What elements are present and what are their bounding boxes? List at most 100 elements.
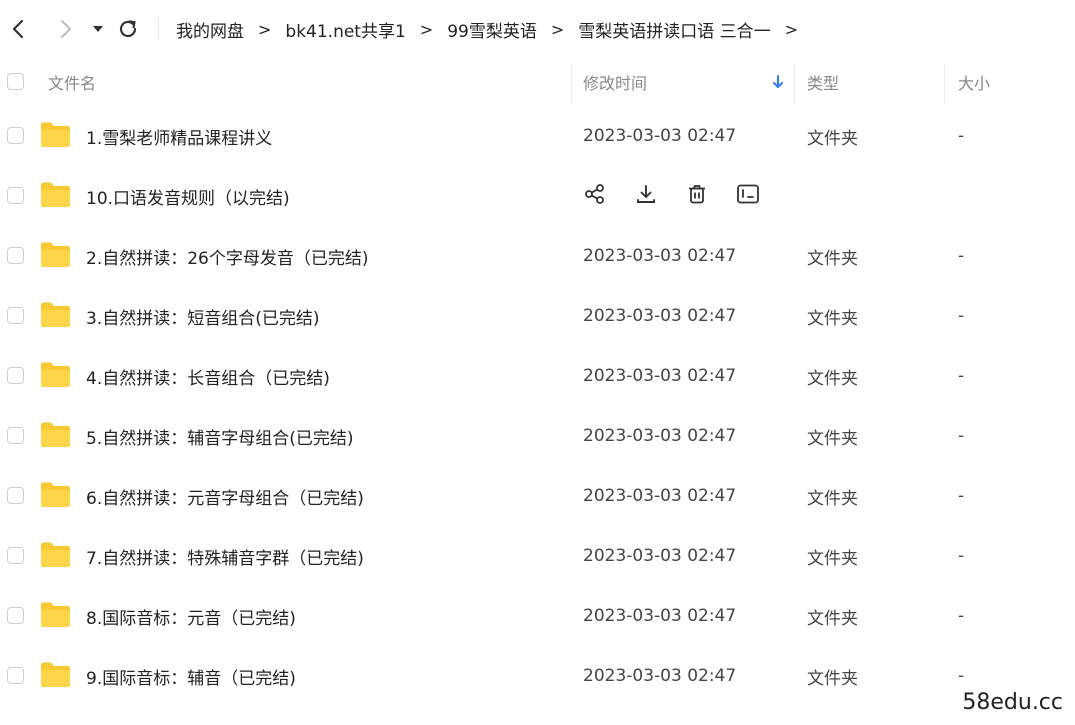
file-name[interactable]: 5.自然拼读：辅音字母组合(已完结) (86, 406, 353, 466)
row-checkbox[interactable] (7, 427, 24, 444)
column-divider (944, 64, 945, 104)
file-modified-time: 2023-03-03 02:47 (583, 546, 737, 566)
sort-button[interactable] (772, 58, 784, 106)
forward-button[interactable] (54, 14, 78, 44)
file-name[interactable]: 6.自然拼读：元音字母组合（已完结) (86, 466, 364, 526)
file-name[interactable]: 7.自然拼读：特殊辅音字群（已完结) (86, 526, 364, 586)
breadcrumb-separator: > (258, 19, 272, 39)
folder-icon (41, 302, 70, 327)
file-name[interactable]: 9.国际音标：辅音（已完结) (86, 646, 296, 706)
row-checkbox[interactable] (7, 547, 24, 564)
file-type: 文件夹 (807, 428, 858, 449)
row-actions (583, 166, 787, 226)
file-row[interactable]: 4.自然拼读：长音组合（已完结) 2023-03-03 02:47 文件夹 - (0, 346, 1075, 406)
breadcrumb-item-root[interactable]: 我的网盘 (176, 17, 244, 42)
file-name[interactable]: 2.自然拼读：26个字母发音（已完结) (86, 226, 368, 286)
file-type: 文件夹 (807, 548, 858, 569)
folder-icon (41, 122, 70, 147)
file-modified-time: 2023-03-03 02:47 (583, 306, 737, 326)
file-size: - (958, 546, 965, 566)
share-icon (584, 183, 606, 209)
file-type: 文件夹 (807, 308, 858, 329)
file-name[interactable]: 8.国际音标：元音（已完结) (86, 586, 296, 646)
file-size: - (958, 246, 965, 266)
chevron-right-icon (61, 20, 71, 38)
file-row[interactable]: 6.自然拼读：元音字母组合（已完结) 2023-03-03 02:47 文件夹 - (0, 466, 1075, 526)
caret-down-icon (93, 26, 103, 32)
row-checkbox[interactable] (7, 607, 24, 624)
folder-icon (41, 182, 70, 207)
download-button[interactable] (634, 184, 658, 208)
file-size: - (958, 426, 965, 446)
delete-icon (686, 183, 708, 209)
file-row[interactable]: 10.口语发音规则（以完结) (0, 166, 1075, 226)
file-modified-time: 2023-03-03 02:47 (583, 606, 737, 626)
file-modified-time: 2023-03-03 02:47 (583, 246, 737, 266)
select-all-checkbox[interactable] (7, 73, 24, 90)
file-type: 文件夹 (807, 128, 858, 149)
refresh-icon (119, 20, 137, 38)
share-button[interactable] (583, 184, 607, 208)
file-row[interactable]: 9.国际音标：辅音（已完结) 2023-03-03 02:47 文件夹 - (0, 646, 1075, 706)
column-header-modified[interactable]: 修改时间 (583, 58, 647, 106)
file-modified-time: 2023-03-03 02:47 (583, 126, 737, 146)
folder-icon (41, 482, 70, 507)
file-name[interactable]: 4.自然拼读：长音组合（已完结) (86, 346, 330, 406)
back-button[interactable] (6, 14, 30, 44)
toolbar: 我的网盘 > bk41.net共享1 > 99雪梨英语 > 雪梨英语拼读口语 三… (0, 0, 1075, 58)
column-divider (794, 64, 795, 104)
column-header-name[interactable]: 文件名 (48, 58, 96, 106)
file-size: - (958, 306, 965, 326)
column-header-size[interactable]: 大小 (958, 58, 990, 106)
row-checkbox[interactable] (7, 247, 24, 264)
rename-button[interactable] (736, 184, 760, 208)
file-row[interactable]: 3.自然拼读：短音组合(已完结) 2023-03-03 02:47 文件夹 - (0, 286, 1075, 346)
file-name[interactable]: 10.口语发音规则（以完结) (86, 166, 290, 226)
breadcrumb-separator: > (419, 19, 434, 39)
file-row[interactable]: 1.雪梨老师精品课程讲义 2023-03-03 02:47 文件夹 - (0, 106, 1075, 166)
file-modified-time: 2023-03-03 02:47 (583, 366, 737, 386)
file-modified-time: 2023-03-03 02:47 (583, 666, 737, 686)
breadcrumb-item-folder[interactable]: 99雪梨英语 (447, 17, 537, 42)
file-type: 文件夹 (807, 368, 858, 389)
column-header-type[interactable]: 类型 (807, 58, 839, 106)
row-checkbox[interactable] (7, 487, 24, 504)
file-type: 文件夹 (807, 248, 858, 269)
breadcrumb-separator: > (784, 19, 799, 39)
folder-icon (41, 422, 70, 447)
file-modified-time: 2023-03-03 02:47 (583, 486, 737, 506)
delete-button[interactable] (685, 184, 709, 208)
folder-icon (41, 362, 70, 387)
file-modified-time: 2023-03-03 02:47 (583, 426, 737, 446)
file-size: - (958, 486, 965, 506)
file-size: - (958, 126, 965, 146)
refresh-button[interactable] (116, 14, 140, 44)
row-checkbox[interactable] (7, 367, 24, 384)
breadcrumb-item-current[interactable]: 雪梨英语拼读口语 三合一 (578, 17, 770, 42)
file-row[interactable]: 7.自然拼读：特殊辅音字群（已完结) 2023-03-03 02:47 文件夹 - (0, 526, 1075, 586)
breadcrumb-separator: > (550, 19, 565, 39)
watermark: 58edu.cc (962, 690, 1063, 715)
file-row[interactable]: 8.国际音标：元音（已完结) 2023-03-03 02:47 文件夹 - (0, 586, 1075, 646)
folder-icon (41, 242, 70, 267)
breadcrumb: 我的网盘 > bk41.net共享1 > 99雪梨英语 > 雪梨英语拼读口语 三… (176, 16, 812, 42)
file-name[interactable]: 3.自然拼读：短音组合(已完结) (86, 286, 319, 346)
folder-icon (41, 542, 70, 567)
file-name[interactable]: 1.雪梨老师精品课程讲义 (86, 106, 272, 166)
chevron-left-icon (12, 19, 24, 39)
file-size: - (958, 366, 965, 386)
row-checkbox[interactable] (7, 307, 24, 324)
folder-icon (41, 602, 70, 627)
rename-icon (736, 183, 760, 209)
row-checkbox[interactable] (7, 187, 24, 204)
file-size: - (958, 606, 965, 626)
row-checkbox[interactable] (7, 127, 24, 144)
row-checkbox[interactable] (7, 667, 24, 684)
file-row[interactable]: 5.自然拼读：辅音字母组合(已完结) 2023-03-03 02:47 文件夹 - (0, 406, 1075, 466)
history-dropdown-button[interactable] (89, 14, 107, 44)
file-row[interactable]: 2.自然拼读：26个字母发音（已完结) 2023-03-03 02:47 文件夹 - (0, 226, 1075, 286)
arrow-down-icon (773, 75, 783, 88)
folder-icon (41, 662, 70, 687)
breadcrumb-item-share[interactable]: bk41.net共享1 (285, 17, 405, 42)
file-type: 文件夹 (807, 668, 858, 689)
